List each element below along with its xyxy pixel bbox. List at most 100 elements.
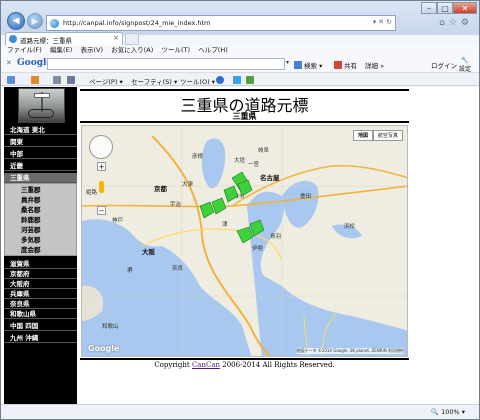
google-map-watermark: Google [88,344,120,353]
map-type-control: 地図 航空写真 [352,130,403,141]
search-dropdown-icon[interactable]: ▾ [286,59,289,66]
minimize-button[interactable]: – [421,2,437,14]
menu-file[interactable]: ファイル(F) [7,45,42,55]
map-marker[interactable] [236,226,254,244]
nav-chugoku-shikoku[interactable]: 中国 四国 [4,321,77,331]
wrench-icon: 🔧 [461,57,469,64]
nav-hyogo[interactable]: 兵庫県 [4,289,77,299]
tab-title: 道路元標：三重県 [20,37,72,45]
safety-menu[interactable]: セーフティ(S) ▾ [131,76,177,86]
zoom-icon: 🔍 [430,408,439,416]
forward-button[interactable]: ▶ [27,13,43,29]
menu-tools[interactable]: ツール(T) [162,45,191,55]
sub-item-taki-gun[interactable]: 多気郡 [21,236,41,245]
menu-favorites[interactable]: お気に入り(A) [111,45,153,55]
tab-close-icon[interactable]: × [113,34,119,42]
toolbar-close-icon[interactable]: ✕ [6,59,12,67]
maximize-button[interactable]: □ [437,2,453,14]
nav-shiga[interactable]: 滋賀県 [4,259,77,269]
nav-kyushu-okinawa[interactable]: 九州 沖縄 [4,333,77,343]
signpost-photo[interactable] [18,88,65,123]
toolbar-icons[interactable]: ⌂☆⚙ [439,18,473,28]
map-attribution[interactable]: 地図データ ©2014 Google, SK planet, ZENRIN 利用… [296,348,404,354]
more-label: 詳細 [365,62,378,70]
main-content: 三重県の道路元標 三重県 名古屋 京都 大阪 神戸 奈良 浜松 豊田 岐阜 大垣… [80,87,411,404]
sub-item-watarai-gun[interactable]: 度会郡 [21,246,41,255]
site-icon [50,19,59,28]
page-menu[interactable]: ページ(P) ▾ [89,76,123,86]
cancan-link[interactable]: CanCan [192,361,220,369]
zoom-value: 100% [441,408,460,416]
nav-kyoto[interactable]: 京都府 [4,269,77,279]
search-label: 検索 [304,62,317,70]
more-button[interactable]: 詳細 » [365,60,384,70]
title-rule-top [80,89,409,91]
map-marker[interactable] [199,201,215,219]
share-icon [334,61,342,69]
map-type-map-button[interactable]: 地図 [352,130,373,141]
sub-item-kuwana-gun[interactable]: 桑名郡 [21,206,41,215]
nav-chubu[interactable]: 中部 [4,149,77,159]
map-type-satellite-button[interactable]: 航空写真 [372,130,403,141]
more-arrows-icon: » [380,62,385,70]
tools-menu[interactable]: ツール(O) ▾ [180,76,215,86]
sub-menu: 三重郡 員弁郡 桑名郡 鈴鹿郡 河芸郡 多気郡 度会郡 [4,183,77,256]
tab-favicon-icon [9,35,17,43]
nav-nara[interactable]: 奈良県 [4,299,77,309]
print-icon[interactable] [67,76,75,84]
settings-label: 設定 [459,66,472,73]
map-zoom-in-button[interactable]: + [97,162,106,171]
status-bar: 🔍 100% ▾ [1,404,479,419]
google-search-button[interactable]: 検索 ▾ [294,60,322,70]
page-content: 北海道 東北 関東 中部 近畿 三重県 三重郡 員弁郡 桑名郡 鈴鹿郡 河芸郡 … [1,87,479,404]
url-text: http://canpal.info/signpost/24_mie_index… [63,19,211,27]
window-controls: – □ ✕ [421,2,477,14]
search-icon [294,61,302,69]
sub-item-mie-gun[interactable]: 三重郡 [21,186,41,195]
nav-osaka[interactable]: 大阪府 [4,279,77,289]
title-bar: ◀ ▶ http://canpal.info/signpost/24_mie_i… [1,1,479,35]
back-button[interactable]: ◀ [7,12,25,30]
nav-kanto[interactable]: 関東 [4,137,77,147]
google-map[interactable]: 名古屋 京都 大阪 神戸 奈良 浜松 豊田 岐阜 大垣 堺 和歌山 姫路 伊勢 … [81,125,408,357]
copyright-prefix: Copyright [154,361,192,369]
marker-layer [199,171,265,244]
help-icon[interactable] [216,76,224,84]
sub-item-inabe-gun[interactable]: 員弁郡 [21,196,41,205]
page-menu-label: ページ(P) [89,78,118,86]
menu-edit[interactable]: 編集(E) [50,45,72,55]
sub-item-suzuka-gun[interactable]: 鈴鹿郡 [21,216,41,225]
address-bar[interactable]: http://canpal.info/signpost/24_mie_index… [46,15,396,31]
skype-icon[interactable] [233,76,241,84]
street-view-pegman-icon[interactable] [99,181,104,193]
share-button[interactable]: 共有 [334,60,357,70]
nav-hokkaido-tohoku[interactable]: 北海道 東北 [4,125,77,135]
new-tab-button[interactable] [125,33,139,45]
map-marker[interactable] [223,185,239,203]
tab-current[interactable]: 道路元標：三重県 × [5,32,123,45]
menu-view[interactable]: 表示(V) [80,45,103,55]
map-marker[interactable] [249,219,265,237]
close-window-button[interactable]: ✕ [453,2,477,14]
login-link[interactable]: ログイン [431,60,457,70]
nav-wakayama[interactable]: 和歌山県 [4,309,77,319]
tab-row: 道路元標：三重県 × [1,32,479,45]
mail-icon[interactable] [53,76,61,84]
research-icon[interactable] [246,76,254,84]
nav-mie-active[interactable]: 三重県 [4,173,77,183]
home-icon[interactable] [7,76,15,84]
menu-bar: ファイル(F) 編集(E) 表示(V) お気に入り(A) ツール(T) ヘルプ(… [1,45,479,55]
address-tools-icons[interactable]: ▾✕↻ [373,18,394,26]
feeds-icon[interactable] [31,76,39,84]
map-zoom-out-button[interactable]: − [97,206,106,215]
settings-button[interactable]: 🔧 設定 [459,57,471,73]
zoom-level[interactable]: 🔍 100% ▾ [431,408,465,416]
map-pan-control[interactable] [89,135,113,159]
sidebar: 北海道 東北 関東 中部 近畿 三重県 三重郡 員弁郡 桑名郡 鈴鹿郡 河芸郡 … [4,87,77,404]
nav-kinki[interactable]: 近畿 [4,161,77,171]
copyright-suffix: 2006-2014 All Rights Reserved. [220,361,335,369]
menu-help[interactable]: ヘルプ(H) [198,45,227,55]
browser-window: ◀ ▶ http://canpal.info/signpost/24_mie_i… [0,0,480,420]
sub-item-kawage-gun[interactable]: 河芸郡 [21,226,41,235]
google-search-input[interactable] [47,58,285,70]
